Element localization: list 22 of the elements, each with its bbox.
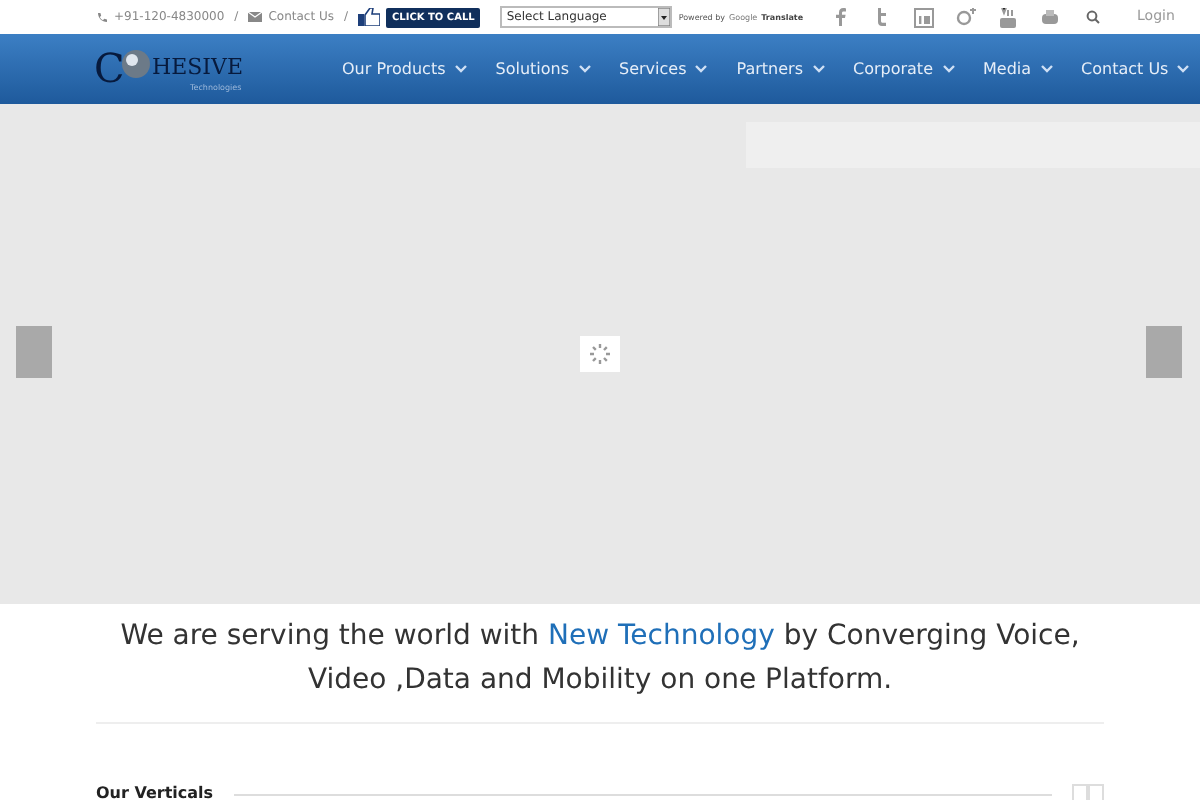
chevron-down-icon <box>941 64 955 74</box>
nav-menu-item[interactable]: Services <box>619 57 709 81</box>
thumbs-up-icon <box>358 8 381 26</box>
nav-menu-item[interactable]: Media <box>983 57 1054 81</box>
nav-menu-item[interactable]: Our Products <box>342 57 468 81</box>
chevron-down-icon <box>453 64 468 74</box>
new-technology-link[interactable]: New Technology <box>548 620 775 652</box>
envelope-icon <box>248 12 263 22</box>
section-title: Our Verticals <box>96 782 214 800</box>
nav-menu-item[interactable]: Contact Us <box>1081 57 1191 81</box>
headline-text: We are serving the world with New Technology by Converging Voice, Video ,Data and Mobility on one Platform. <box>118 618 1082 700</box>
dropdown-icon <box>658 8 671 26</box>
nav-menu-item[interactable]: Solutions <box>495 57 592 81</box>
loading-spinner-icon <box>580 336 620 372</box>
nav-menu-item[interactable]: Corporate <box>853 57 955 81</box>
chevron-down-icon <box>1176 64 1191 74</box>
chevron-down-icon <box>577 64 592 74</box>
nav-menu-item[interactable]: Partners <box>736 57 825 81</box>
chevron-down-icon <box>811 64 825 74</box>
chevron-down-icon <box>694 64 709 74</box>
phone-icon <box>96 11 108 23</box>
chevron-down-icon <box>1039 64 1054 74</box>
